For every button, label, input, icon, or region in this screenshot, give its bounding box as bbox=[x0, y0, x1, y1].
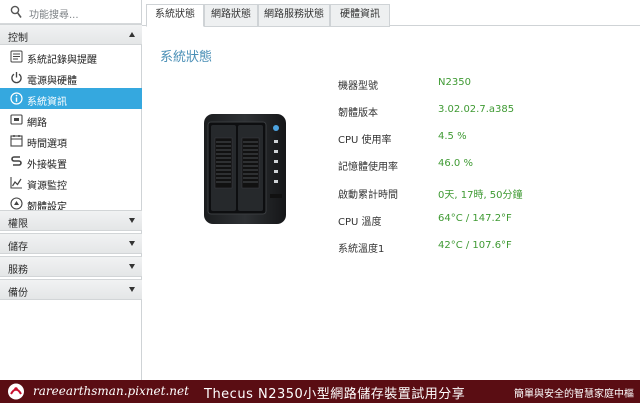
section-storage[interactable]: 儲存 bbox=[0, 233, 142, 254]
sidebar-item-logs-notifications[interactable]: 系統記錄與提醒 bbox=[0, 46, 142, 67]
admin-app: 功能搜尋... 控制 系統記錄與提醒 電源與硬體 系統資訊 網路 時間選項 外接… bbox=[0, 0, 640, 380]
footer-title: Thecus N2350小型網路儲存裝置試用分享 bbox=[204, 387, 466, 402]
firmware-icon bbox=[10, 197, 23, 210]
usb-icon bbox=[11, 156, 22, 166]
notification-icon bbox=[10, 50, 23, 63]
footer-site: rareearthsman.pixnet.net bbox=[33, 384, 189, 398]
value-cpu-temperature: 64°C / 147.2°F bbox=[438, 213, 512, 224]
search-icon bbox=[10, 5, 22, 18]
sidebar-item-external-devices[interactable]: 外接裝置 bbox=[0, 151, 142, 172]
sidebar-item-label: 網路 bbox=[27, 118, 47, 129]
panel-title: 系統狀態 bbox=[160, 50, 213, 65]
sidebar-item-system-info[interactable]: 系統資訊 bbox=[0, 88, 142, 109]
tab-network-service-status[interactable]: 網路服務狀態 bbox=[258, 4, 330, 27]
sidebar-item-resource-monitor[interactable]: 資源監控 bbox=[0, 172, 142, 193]
sidebar-item-label: 系統記錄與提醒 bbox=[27, 55, 97, 66]
chart-icon bbox=[10, 177, 22, 189]
value-cpu-usage: 4.5 % bbox=[438, 131, 467, 142]
footer-slogan: 簡單與安全的智慧家庭中樞 bbox=[514, 389, 634, 400]
sidebar-item-network[interactable]: 網路 bbox=[0, 109, 142, 130]
expand-arrow-icon bbox=[129, 241, 135, 246]
nas-device-image bbox=[204, 114, 286, 224]
function-search[interactable]: 功能搜尋... bbox=[0, 0, 142, 24]
sidebar-item-label: 資源監控 bbox=[27, 181, 67, 192]
brand-logo-icon bbox=[8, 383, 24, 400]
section-backup[interactable]: 備份 bbox=[0, 279, 142, 300]
tab-system-status[interactable]: 系統狀態 bbox=[146, 4, 204, 27]
clock-icon bbox=[10, 135, 23, 147]
label-cpu-usage: CPU 使用率 bbox=[338, 135, 392, 146]
info-icon bbox=[10, 92, 23, 105]
footer-banner: rareearthsman.pixnet.net Thecus N2350小型網… bbox=[0, 380, 640, 403]
value-system-temperature: 42°C / 107.6°F bbox=[438, 240, 512, 251]
expand-arrow-icon bbox=[129, 264, 135, 269]
section-control[interactable]: 控制 bbox=[0, 24, 142, 45]
value-memory-usage: 46.0 % bbox=[438, 158, 473, 169]
label-model: 機器型號 bbox=[338, 81, 378, 92]
section-label: 備份 bbox=[8, 288, 28, 299]
value-firmware-version: 3.02.02.7.a385 bbox=[438, 104, 515, 115]
label-system-temperature: 系統溫度1 bbox=[338, 244, 385, 255]
section-label: 儲存 bbox=[8, 242, 28, 253]
sidebar-item-power-hardware[interactable]: 電源與硬體 bbox=[0, 67, 142, 88]
sidebar-item-label: 時間選項 bbox=[27, 139, 67, 150]
section-services[interactable]: 服務 bbox=[0, 256, 142, 277]
tab-bar: 系統狀態 網路狀態 網路服務狀態 硬體資訊 bbox=[142, 0, 640, 27]
section-label: 權限 bbox=[8, 219, 28, 230]
section-label: 服務 bbox=[8, 265, 28, 276]
label-memory-usage: 記憶體使用率 bbox=[338, 162, 398, 173]
sidebar: 功能搜尋... 控制 系統記錄與提醒 電源與硬體 系統資訊 網路 時間選項 外接… bbox=[0, 0, 142, 380]
sidebar-item-label: 電源與硬體 bbox=[27, 76, 77, 87]
expand-arrow-icon bbox=[129, 287, 135, 292]
network-icon bbox=[10, 114, 23, 125]
sidebar-item-label: 外接裝置 bbox=[27, 160, 67, 171]
value-model: N2350 bbox=[438, 77, 471, 88]
label-firmware-version: 韌體版本 bbox=[338, 108, 378, 119]
label-cpu-temperature: CPU 溫度 bbox=[338, 217, 382, 228]
collapse-arrow-icon bbox=[129, 32, 135, 37]
power-icon bbox=[11, 72, 22, 84]
value-uptime: 0天, 17時, 50分鐘 bbox=[438, 190, 523, 201]
section-label: 控制 bbox=[8, 33, 28, 44]
search-placeholder: 功能搜尋... bbox=[29, 10, 79, 21]
tab-network-status[interactable]: 網路狀態 bbox=[204, 4, 258, 27]
tab-hardware-info[interactable]: 硬體資訊 bbox=[330, 4, 390, 27]
expand-arrow-icon bbox=[129, 218, 135, 223]
main-panel: 系統狀態 網路狀態 網路服務狀態 硬體資訊 系統狀態 機器型號 N2350 韌體… bbox=[142, 0, 640, 380]
sidebar-item-label: 系統資訊 bbox=[27, 97, 67, 108]
sidebar-item-time-options[interactable]: 時間選項 bbox=[0, 130, 142, 151]
section-permissions[interactable]: 權限 bbox=[0, 210, 142, 231]
label-uptime: 啟動累計時間 bbox=[338, 190, 398, 201]
